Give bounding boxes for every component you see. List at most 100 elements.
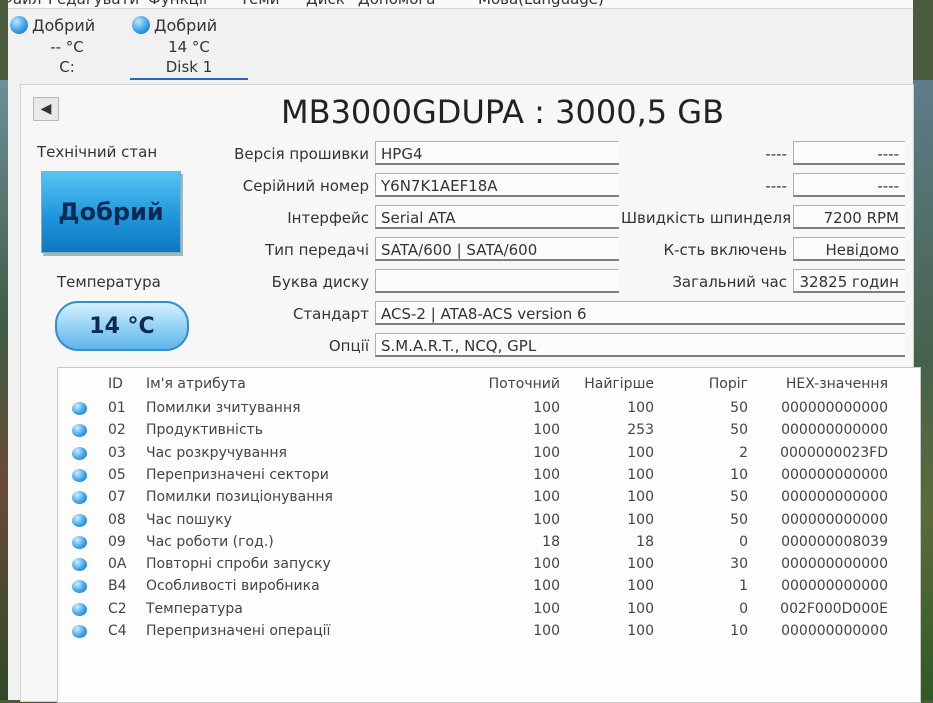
interface-field: Serial ATA	[375, 205, 619, 229]
cell-worst: 100	[627, 511, 654, 528]
rpm-label: Швидкість шпинделя	[621, 209, 792, 227]
status-dot-icon	[132, 16, 150, 34]
cell-current: 100	[533, 578, 560, 595]
cell-worst: 100	[627, 578, 654, 595]
health-status-button[interactable]: Добрий	[41, 171, 181, 253]
drive-letter-field	[375, 269, 619, 293]
cell-name: Час розкручування	[146, 444, 287, 461]
menu-item-disk[interactable]: Диск	[306, 0, 345, 8]
table-row[interactable]: 09 Час роботи (год.) 18 18 0 000000008039	[58, 532, 920, 554]
total-hours-label: Загальний час	[672, 273, 787, 291]
cell-worst: 100	[627, 444, 654, 461]
table-row[interactable]: 08 Час пошуку 100 100 50 000000000000	[58, 510, 920, 532]
status-dot-icon	[72, 513, 87, 527]
cell-current: 100	[533, 623, 560, 639]
cell-name: Помилки зчитування	[146, 400, 301, 416]
cell-id: B4	[108, 578, 127, 595]
table-row[interactable]: 0A Повторні спроби запуску 100 100 30 0000000…	[58, 554, 920, 576]
cell-threshold: 2	[739, 444, 748, 461]
cell-hex: 000000000000	[781, 422, 888, 439]
cell-current: 100	[533, 400, 560, 416]
cell-worst: 18	[636, 533, 654, 550]
health-label: Технічний стан	[37, 143, 158, 161]
status-dot-icon	[72, 535, 87, 549]
menu-bar: Файл Редагувати Функції Теми Диск Допомо…	[8, 0, 913, 9]
cell-worst: 100	[627, 600, 654, 617]
menu-item-functions[interactable]: Функції	[148, 0, 207, 8]
table-row[interactable]: 07 Помилки позиціонування 100 100 50 00000000…	[58, 487, 920, 509]
cell-worst: 100	[627, 623, 654, 639]
header-current[interactable]: Поточний	[462, 376, 560, 392]
cell-current: 100	[533, 600, 560, 617]
blank1-field: ----	[793, 141, 905, 165]
cell-worst: 100	[627, 489, 654, 506]
standard-field: ACS-2 | ATA8-ACS version 6	[375, 301, 905, 325]
disk-temp: -- °C	[50, 38, 84, 56]
disk-name: C:	[59, 58, 75, 76]
cell-id: C2	[108, 600, 127, 617]
cell-threshold: 0	[739, 533, 748, 550]
menu-item-file[interactable]: Файл	[8, 0, 41, 8]
table-row[interactable]: 01 Помилки зчитування 100 100 50 000000000000	[58, 398, 920, 420]
header-worst[interactable]: Найгірше	[568, 376, 654, 392]
cell-current: 100	[533, 444, 560, 461]
cell-current: 18	[542, 533, 560, 550]
transfer-label: Тип передачі	[265, 241, 369, 259]
cell-id: 0A	[108, 556, 127, 573]
table-row[interactable]: B4 Особливості виробника 100 100 1 0000000000…	[58, 576, 920, 598]
power-count-label: К-сть включень	[663, 241, 787, 259]
status-dot-icon	[72, 424, 87, 438]
cell-name: Особливості виробника	[146, 578, 320, 595]
cell-threshold: 50	[730, 422, 748, 439]
cell-id: 09	[108, 533, 126, 550]
status-dot-icon	[72, 558, 87, 572]
blank2-label: ----	[765, 177, 787, 195]
status-dot-icon	[10, 16, 28, 34]
table-row[interactable]: 03 Час розкручування 100 100 2 0000000023FD	[58, 443, 920, 465]
cell-threshold: 50	[730, 511, 748, 528]
cell-current: 100	[533, 422, 560, 439]
cell-id: 07	[108, 489, 126, 506]
cell-hex: 000000000000	[781, 400, 888, 416]
table-row[interactable]: C2 Температура 100 100 0 002F000D000E	[58, 599, 920, 621]
cell-hex: 000000000000	[781, 556, 888, 573]
header-id[interactable]: ID	[108, 376, 123, 392]
arrow-left-icon: ◀	[40, 101, 52, 117]
cell-id: 01	[108, 400, 126, 416]
previous-disk-button[interactable]: ◀	[33, 97, 59, 121]
cell-id: 03	[108, 444, 126, 461]
temperature-badge: 14 °C	[55, 301, 189, 351]
serial-label: Серійний номер	[242, 177, 369, 195]
cell-threshold: 1	[739, 578, 748, 595]
menu-item-edit[interactable]: Редагувати	[48, 0, 139, 8]
interface-label: Інтерфейс	[287, 209, 369, 227]
menu-item-themes[interactable]: Теми	[240, 0, 279, 8]
cell-name: Помилки позиціонування	[146, 489, 333, 506]
firmware-label: Версія прошивки	[234, 145, 369, 163]
table-row[interactable]: 05 Перепризначені сектори 100 100 10 00000000…	[58, 465, 920, 487]
cell-hex: 000000000000	[781, 466, 888, 483]
cell-threshold: 30	[730, 556, 748, 573]
smart-table[interactable]: ID Ім'я атрибута Поточний Найгірше Поріг…	[57, 367, 921, 703]
header-threshold[interactable]: Поріг	[678, 376, 748, 392]
header-hex[interactable]: HEX-значення	[758, 376, 888, 392]
cell-worst: 100	[627, 556, 654, 573]
disk-tab-c[interactable]: Добрий -- °C C:	[8, 12, 126, 78]
table-row[interactable]: 02 Продуктивність 100 253 50 000000000000	[58, 420, 920, 442]
table-row[interactable]: C4 Перепризначені операції 100 100 10 0000000…	[58, 621, 920, 643]
cell-name: Продуктивність	[146, 422, 264, 439]
drive-letter-label: Буква диску	[271, 273, 369, 291]
cell-hex: 000000000000	[781, 511, 888, 528]
status-dot-icon	[72, 602, 87, 616]
menu-item-language[interactable]: Мова(Language)	[478, 0, 604, 8]
total-hours-field: 32825 годин	[793, 269, 905, 293]
cell-threshold: 0	[739, 600, 748, 617]
header-name[interactable]: Ім'я атрибута	[146, 376, 246, 392]
power-count-field: Невідомо	[793, 237, 905, 261]
rpm-field: 7200 RPM	[793, 205, 905, 229]
cell-current: 100	[533, 466, 560, 483]
drive-title: MB3000GDUPA : 3000,5 GB	[281, 93, 725, 131]
disk-tab-disk1[interactable]: Добрий 14 °C Disk 1	[130, 12, 248, 80]
cell-id: 05	[108, 466, 126, 483]
menu-item-help[interactable]: Допомога	[358, 0, 435, 8]
